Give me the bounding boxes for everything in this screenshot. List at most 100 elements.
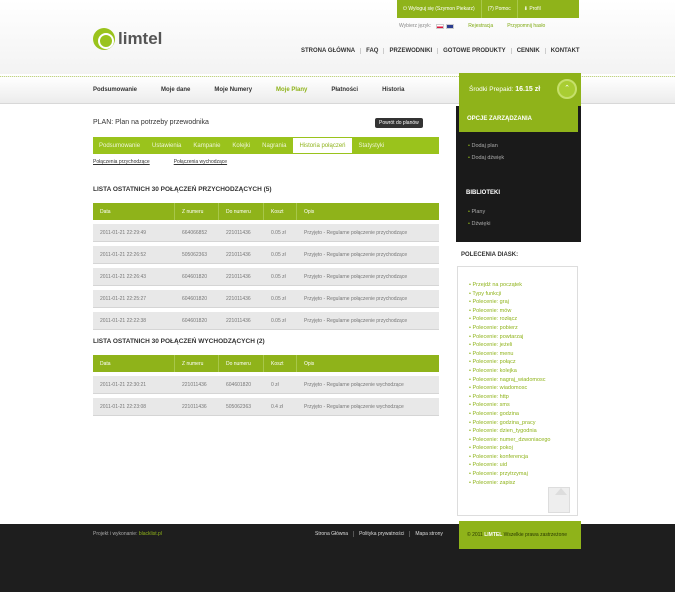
nav-pricing[interactable]: CENNIK xyxy=(512,48,546,54)
command-link[interactable]: Polecenie: mów xyxy=(469,307,574,316)
table-row: 2011-01-21 22:26:52 505062363 221011436 … xyxy=(93,246,439,264)
plans-library-link[interactable]: Plany xyxy=(468,209,485,215)
nav-guides[interactable]: PRZEWODNIKI xyxy=(384,48,439,54)
command-link[interactable]: Polecenie: przytrzymaj xyxy=(469,470,574,479)
register-link[interactable]: Rejestracja xyxy=(468,23,493,29)
tab-history[interactable]: Historia xyxy=(370,87,416,93)
cell-cost: 0.05 zł xyxy=(271,295,286,302)
cell-from: 221011436 xyxy=(182,403,207,410)
footer-home-link[interactable]: Strona Główna xyxy=(310,531,355,537)
command-link[interactable]: Polecenie: wiadomosc xyxy=(469,384,574,393)
command-link[interactable]: Polecenie: nagraj_wiadomosc xyxy=(469,376,574,385)
cell-description: Przyjęto - Regularne połączenie wychodzą… xyxy=(304,403,404,410)
document-upload-icon xyxy=(548,487,570,513)
footer-credits: Projekt i wykonanie: blacklist.pl xyxy=(93,531,162,537)
footer-copyright: © 2011 LIMTEL Wszelkie prawa zastrzeżone xyxy=(459,521,581,549)
subtab-recordings[interactable]: Nagrania xyxy=(256,143,292,149)
command-link[interactable]: Polecenie: numer_dzwoniacego xyxy=(469,436,574,445)
footer-privacy-link[interactable]: Polityka prywatności xyxy=(354,531,411,537)
table-header: Data Z numeru Do numeru Koszt Opis xyxy=(93,355,439,372)
subtab-statistics[interactable]: Statystyki xyxy=(353,143,391,149)
cell-to: 221011436 xyxy=(226,295,251,302)
tab-payments[interactable]: Płatności xyxy=(319,87,370,93)
footer-links: Strona Główna Polityka prywatności Mapa … xyxy=(310,531,448,537)
command-link[interactable]: Polecenie: konferencja xyxy=(469,453,574,462)
balance-label: Środki Prepaid: xyxy=(469,86,514,93)
language-label: Wybierz język: xyxy=(399,23,432,29)
tab-my-numbers[interactable]: Moje Numery xyxy=(202,87,264,93)
command-link[interactable]: Polecenie: sms xyxy=(469,401,574,410)
subtab-queues[interactable]: Kolejki xyxy=(226,143,256,149)
main-nav: STRONA GŁÓWNA FAQ PRZEWODNIKI GOTOWE PRO… xyxy=(296,48,585,54)
incoming-calls-table: Data Z numeru Do numeru Koszt Opis 2011-… xyxy=(93,203,439,330)
commands-list: Przejdź na początek Typy funkcji Polecen… xyxy=(469,281,574,487)
column-header: Data xyxy=(93,203,175,220)
add-sound-link[interactable]: Dodaj dźwięk xyxy=(468,155,504,161)
cell-from: 505062363 xyxy=(182,251,208,258)
credits-link[interactable]: blacklist.pl xyxy=(139,531,162,537)
cell-description: Przyjęto - Regularne połączenie przychod… xyxy=(304,273,408,280)
command-link[interactable]: Polecenie: godzina_pracy xyxy=(469,419,574,428)
cell-date: 2011-01-21 22:30:21 xyxy=(100,381,147,388)
subtab-campaigns[interactable]: Kampanie xyxy=(187,143,226,149)
cell-date: 2011-01-21 22:23:08 xyxy=(100,403,147,410)
cell-from: 604601820 xyxy=(182,273,208,280)
credits-label: Projekt i wykonanie: xyxy=(93,531,138,537)
command-link[interactable]: Polecenie: połącz xyxy=(469,358,574,367)
table-row: 2011-01-21 22:23:08 221011436 505062363 … xyxy=(93,398,439,416)
balance-value: 16.15 zł xyxy=(515,86,541,93)
command-link[interactable]: Polecenie: kolejka xyxy=(469,367,574,376)
command-link[interactable]: Polecenie: graj xyxy=(469,298,574,307)
command-link[interactable]: Przejdź na początek xyxy=(469,281,574,290)
outgoing-calls-table: Data Z numeru Do numeru Koszt Opis 2011-… xyxy=(93,355,439,416)
cell-to: 221011436 xyxy=(226,273,251,280)
command-link[interactable]: Polecenie: dzien_tygodnia xyxy=(469,427,574,436)
command-link[interactable]: Polecenie: menu xyxy=(469,350,574,359)
column-header: Opis xyxy=(304,360,315,367)
table-row: 2011-01-21 22:22:38 604601820 221011436 … xyxy=(93,312,439,330)
remind-password-link[interactable]: Przypomnij hasło xyxy=(507,23,545,29)
nav-contact[interactable]: KONTAKT xyxy=(546,48,585,54)
command-link[interactable]: Polecenie: pobierz xyxy=(469,324,574,333)
logout-link[interactable]: ⏻ Wyloguj się (Szymon Piekarz) xyxy=(397,0,482,18)
column-header: Opis xyxy=(304,208,315,215)
subtab-call-history[interactable]: Historia połączeń xyxy=(292,137,353,154)
logo[interactable]: limtel xyxy=(93,28,162,50)
tab-summary[interactable]: Podsumowanie xyxy=(93,87,149,93)
help-label: (?) Pomoc xyxy=(487,6,511,12)
add-plan-link[interactable]: Dodaj plan xyxy=(468,143,497,149)
topup-button[interactable]: ⌃ xyxy=(557,79,577,99)
subtab-settings[interactable]: Ustawienia xyxy=(146,143,187,149)
command-link[interactable]: Typy funkcji xyxy=(469,290,574,299)
back-to-plans-button[interactable]: Powrót do planów xyxy=(375,118,423,128)
table-row: 2011-01-21 22:26:43 604601820 221011436 … xyxy=(93,268,439,286)
column-header: Data xyxy=(93,355,175,372)
command-link[interactable]: Polecenie: godzina xyxy=(469,410,574,419)
incoming-calls-link[interactable]: Połączenia przychodzące xyxy=(93,159,150,165)
subtab-summary[interactable]: Podsumowanie xyxy=(93,143,146,149)
column-header: Z numeru xyxy=(175,355,219,372)
command-link[interactable]: Polecenie: uid xyxy=(469,461,574,470)
cell-to: 221011436 xyxy=(226,229,251,236)
account-tabs: Podsumowanie Moje dane Moje Numery Moje … xyxy=(93,76,416,104)
nav-faq[interactable]: FAQ xyxy=(361,48,385,54)
flag-pl-icon[interactable] xyxy=(436,23,445,29)
column-header: Z numeru xyxy=(175,203,219,220)
flag-en-icon[interactable] xyxy=(446,23,455,29)
tab-my-data[interactable]: Moje dane xyxy=(149,87,202,93)
command-link[interactable]: Polecenie: powtarzaj xyxy=(469,333,574,342)
tab-my-plans[interactable]: Moje Plany xyxy=(264,87,319,93)
nav-home[interactable]: STRONA GŁÓWNA xyxy=(296,48,362,54)
command-link[interactable]: Polecenie: rozłącz xyxy=(469,315,574,324)
profile-link[interactable]: ⬇ Profil xyxy=(518,0,547,18)
nav-products[interactable]: GOTOWE PRODUKTY xyxy=(438,48,512,54)
command-link[interactable]: Polecenie: http xyxy=(469,393,574,402)
command-link[interactable]: Polecenie: pokoj xyxy=(469,444,574,453)
column-header: Do numeru xyxy=(219,355,264,372)
command-link[interactable]: Polecenie: jeżeli xyxy=(469,341,574,350)
outgoing-calls-link[interactable]: Połączenia wychodzące xyxy=(174,159,227,165)
cell-date: 2011-01-21 22:26:43 xyxy=(100,273,147,280)
footer-sitemap-link[interactable]: Mapa strony xyxy=(410,531,448,537)
sounds-library-link[interactable]: Dźwięki xyxy=(468,221,490,227)
help-link[interactable]: (?) Pomoc xyxy=(482,0,518,18)
